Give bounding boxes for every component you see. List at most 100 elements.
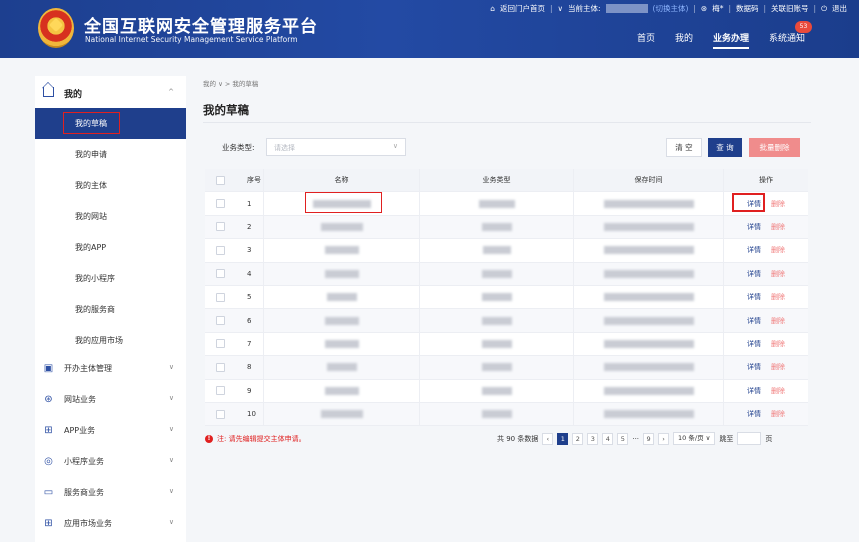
link-old-account-link[interactable]: 关联旧账号 — [771, 3, 809, 14]
digital-code-link[interactable]: 数据码 — [736, 3, 759, 14]
delete-link[interactable]: 删除 — [771, 199, 785, 209]
sidebar-group-website-business[interactable]: ⊛ 网站业务 ∨ — [35, 384, 186, 415]
prev-page-button[interactable]: ‹ — [542, 432, 554, 445]
sidebar-item-my-drafts[interactable]: 我的草稿 — [35, 108, 186, 139]
ellipsis: ··· — [632, 434, 640, 443]
user-icon: ⊛ — [700, 4, 708, 13]
sidebar-group-app-market-business[interactable]: ⊞ 应用市场业务 ∨ — [35, 508, 186, 539]
sidebar-item-my-applications[interactable]: 我的申请 — [35, 139, 186, 170]
column-header-name: 名称 — [263, 169, 419, 192]
batch-delete-button[interactable]: 批量删除 — [749, 138, 800, 157]
row-type-redacted — [481, 410, 512, 419]
table-row: 1 详情 删除 — [205, 192, 808, 216]
sidebar-group-subject-management[interactable]: ▣ 开办主体管理 ∨ — [35, 353, 186, 384]
nav-my[interactable]: 我的 — [675, 31, 693, 49]
page-button[interactable]: 4 — [602, 432, 614, 445]
sidebar-group-service-provider-business[interactable]: ▭ 服务商业务 ∨ — [35, 477, 186, 508]
detail-link[interactable]: 详情 — [747, 386, 761, 396]
table-row: 10 详情 删除 — [205, 403, 808, 427]
clear-button[interactable]: 清 空 — [666, 138, 702, 157]
table-header-row: 序号 名称 业务类型 保存时间 操作 — [205, 169, 808, 193]
detail-link[interactable]: 详情 — [747, 222, 761, 232]
row-checkbox[interactable] — [215, 245, 225, 255]
delete-link[interactable]: 删除 — [771, 292, 785, 302]
row-checkbox[interactable] — [215, 339, 225, 349]
row-seq: 2 — [247, 222, 252, 231]
delete-link[interactable]: 删除 — [771, 409, 785, 419]
delete-link[interactable]: 删除 — [771, 269, 785, 279]
nav-home[interactable]: 首页 — [637, 31, 655, 49]
row-seq: 3 — [247, 246, 252, 255]
highlight-box — [63, 112, 120, 134]
sidebar-group-app-business[interactable]: ⊞ APP业务 ∨ — [35, 415, 186, 446]
sidebar-group-my[interactable]: 我的 ^ — [35, 76, 186, 108]
row-checkbox[interactable] — [215, 409, 225, 419]
detail-link[interactable]: 详情 — [747, 316, 761, 326]
row-checkbox[interactable] — [215, 222, 225, 232]
user-name[interactable]: 梅* — [712, 3, 723, 14]
row-type-redacted — [478, 199, 515, 208]
detail-link[interactable]: 详情 — [747, 409, 761, 419]
sidebar-group-label: 应用市场业务 — [64, 519, 112, 528]
divider — [203, 122, 811, 123]
page-button[interactable]: 5 — [617, 432, 629, 445]
detail-link[interactable]: 详情 — [747, 292, 761, 302]
row-checkbox[interactable] — [215, 292, 225, 302]
table-row: 3 详情 删除 — [205, 239, 808, 263]
sidebar-item-my-subjects[interactable]: 我的主体 — [35, 170, 186, 201]
select-all-checkbox[interactable] — [215, 175, 225, 185]
row-checkbox[interactable] — [215, 269, 225, 279]
business-type-select[interactable]: 请选择 ∨ — [266, 138, 406, 156]
page-button[interactable]: 9 — [643, 432, 655, 445]
row-name-redacted — [320, 410, 363, 419]
compass-icon: ◎ — [44, 456, 53, 467]
chevron-down-icon: ∨ — [392, 142, 398, 150]
main-nav: 首页 我的 业务办理 系统通知 — [637, 31, 805, 49]
logout-link[interactable]: 退出 — [832, 3, 847, 14]
row-time-redacted — [603, 316, 694, 325]
nav-notifications[interactable]: 系统通知 — [769, 31, 805, 49]
row-checkbox[interactable] — [215, 386, 225, 396]
submit-hint-text: 注: 请先编辑提交主体申请。 — [217, 435, 306, 443]
highlight-box — [305, 192, 382, 213]
row-checkbox[interactable] — [215, 316, 225, 326]
detail-link[interactable]: 详情 — [747, 269, 761, 279]
row-checkbox[interactable] — [215, 199, 225, 209]
sidebar-item-my-websites[interactable]: 我的网站 — [35, 201, 186, 232]
nav-business[interactable]: 业务办理 — [712, 31, 749, 49]
query-button[interactable]: 查 询 — [708, 138, 742, 157]
next-page-button[interactable]: › — [658, 432, 670, 445]
sidebar-item-my-service-providers[interactable]: 我的服务商 — [35, 294, 186, 325]
sidebar-group-label: APP业务 — [64, 426, 96, 435]
page-button[interactable]: 2 — [572, 432, 584, 445]
detail-link[interactable]: 详情 — [747, 339, 761, 349]
detail-link[interactable]: 详情 — [747, 245, 761, 255]
grid-icon: ⊞ — [44, 518, 53, 529]
delete-link[interactable]: 删除 — [771, 245, 785, 255]
page-button[interactable]: 1 — [557, 432, 569, 445]
divider: | — [763, 4, 767, 13]
row-checkbox[interactable] — [215, 362, 225, 372]
detail-link[interactable]: 详情 — [747, 362, 761, 372]
national-emblem-logo — [38, 8, 74, 48]
delete-link[interactable]: 删除 — [771, 386, 785, 396]
delete-link[interactable]: 删除 — [771, 362, 785, 372]
page-size-select[interactable]: 10 条/页 ∨ — [673, 432, 716, 445]
sidebar-item-my-apps[interactable]: 我的APP — [35, 232, 186, 263]
page-button[interactable]: 3 — [587, 432, 599, 445]
total-count: 共 90 条数据 — [497, 434, 539, 443]
breadcrumb-root[interactable]: 我的 — [203, 80, 216, 88]
divider: | — [813, 4, 817, 13]
chevron-down-icon: ∨ — [557, 4, 564, 13]
portal-link[interactable]: 返回门户首页 — [500, 3, 545, 14]
sidebar-group-label: 小程序业务 — [64, 457, 104, 466]
sidebar-item-my-mini-programs[interactable]: 我的小程序 — [35, 263, 186, 294]
delete-link[interactable]: 删除 — [771, 222, 785, 232]
sidebar-group-mini-program-business[interactable]: ◎ 小程序业务 ∨ — [35, 446, 186, 477]
sidebar-item-my-app-markets[interactable]: 我的应用市场 — [35, 325, 186, 356]
delete-link[interactable]: 删除 — [771, 316, 785, 326]
goto-page-input[interactable] — [737, 432, 762, 445]
switch-subject-link[interactable]: (切换主体) — [653, 3, 689, 14]
delete-link[interactable]: 删除 — [771, 339, 785, 349]
row-type-redacted — [481, 386, 512, 395]
